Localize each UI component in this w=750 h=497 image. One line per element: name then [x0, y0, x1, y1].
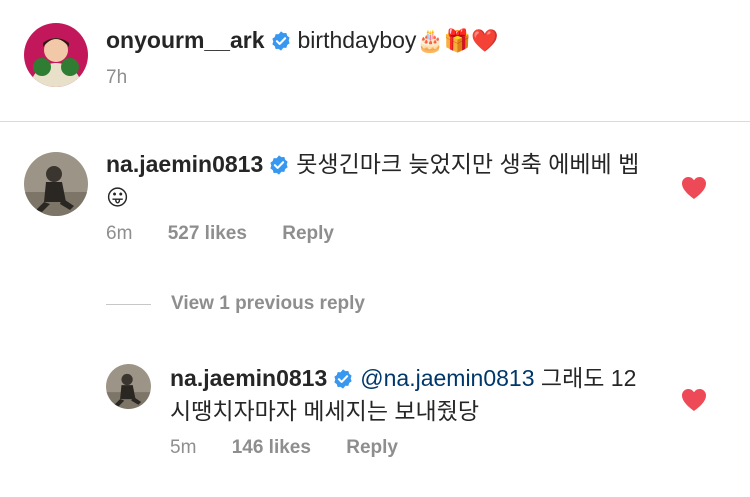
- verified-badge-icon: [270, 155, 288, 175]
- mention-link[interactable]: @na.jaemin0813: [360, 365, 534, 391]
- comment-body: 못생긴마크 늦었지만 생축 에베베 벱: [296, 151, 640, 177]
- heart-emoji-icon: ❤️: [471, 29, 499, 54]
- likes-count[interactable]: 146 likes: [232, 437, 311, 459]
- comment-meta: 6m 527 likes Reply: [106, 223, 364, 245]
- avatar[interactable]: [24, 152, 88, 216]
- reply-comment: na.jaemin0813 @na.jaemin0813 그래도 12시땡치자마자…: [0, 348, 750, 478]
- profile-photo-icon: [106, 364, 151, 409]
- cake-emoji-icon: 🎂: [416, 29, 444, 54]
- view-previous-label[interactable]: View 1 previous reply: [171, 293, 365, 314]
- tongue-emoji-icon: 😛: [106, 186, 129, 211]
- likes-count[interactable]: 527 likes: [168, 223, 247, 245]
- verified-badge-icon: [334, 369, 352, 389]
- post-caption: onyourm__ark birthdayboy🎂🎁❤️ 7h: [0, 0, 750, 121]
- gift-emoji-icon: 🎁: [443, 29, 472, 54]
- view-previous-replies[interactable]: View 1 previous reply: [106, 293, 365, 317]
- comment-timestamp: 6m: [106, 223, 133, 244]
- comment-username[interactable]: na.jaemin0813: [106, 151, 263, 177]
- divider: [106, 303, 151, 305]
- caption-timestamp: 7h: [106, 67, 128, 88]
- comment: na.jaemin0813 못생긴마크 늦었지만 생축 에베베 벱 😛 6m 527…: [0, 122, 750, 272]
- comment-timestamp: 5m: [170, 437, 197, 458]
- comment-meta: 5m 146 likes Reply: [170, 437, 428, 459]
- profile-photo-icon: [24, 152, 88, 216]
- avatar[interactable]: [24, 23, 88, 87]
- verified-badge-icon: [271, 31, 290, 51]
- profile-photo-icon: [24, 23, 88, 87]
- reply-button[interactable]: Reply: [282, 223, 334, 245]
- comment-text: na.jaemin0813 @na.jaemin0813 그래도 12시땡치자마자…: [170, 362, 650, 428]
- caption-text: onyourm__ark birthdayboy🎂🎁❤️: [106, 24, 499, 58]
- caption-username[interactable]: onyourm__ark: [106, 27, 265, 53]
- heart-icon[interactable]: [681, 388, 707, 412]
- avatar[interactable]: [106, 364, 151, 409]
- comment-text: na.jaemin0813 못생긴마크 늦었지만 생축 에베베 벱 😛: [106, 148, 646, 215]
- heart-icon[interactable]: [681, 176, 707, 200]
- reply-button[interactable]: Reply: [346, 437, 398, 459]
- comment-username[interactable]: na.jaemin0813: [170, 365, 327, 391]
- caption-body: birthdayboy: [297, 27, 417, 53]
